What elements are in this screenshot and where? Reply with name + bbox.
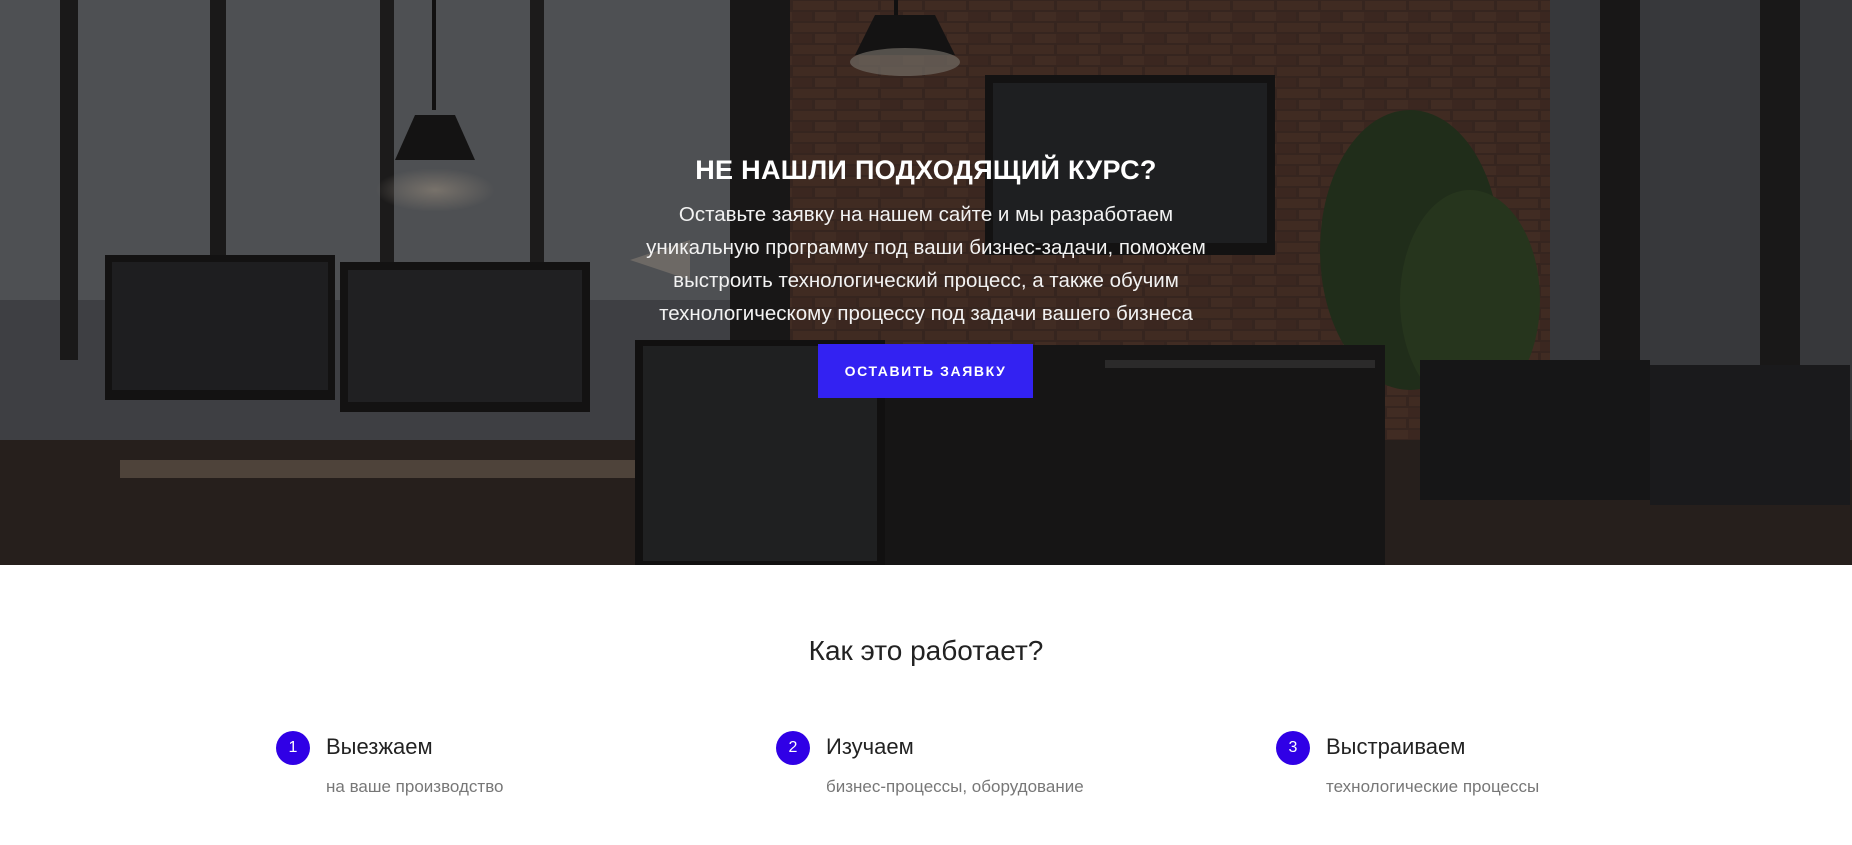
step-description: технологические процессы — [1326, 777, 1540, 796]
hero-section: НЕ НАШЛИ ПОДХОДЯЩИЙ КУРС? Оставьте заявк… — [0, 0, 1852, 565]
step-number-badge: 2 — [776, 731, 810, 765]
step-title: Изучаем — [826, 734, 914, 759]
step-description: на ваше производство — [326, 777, 504, 796]
step-description: бизнес-процессы, оборудование — [826, 777, 1084, 796]
how-it-works-section: Как это работает? 1 Выезжаем на ваше про… — [0, 565, 1852, 845]
step-title: Выезжаем — [326, 734, 433, 759]
hero-title: НЕ НАШЛИ ПОДХОДЯЩИЙ КУРС? — [695, 155, 1157, 185]
hero-content: НЕ НАШЛИ ПОДХОДЯЩИЙ КУРС? Оставьте заявк… — [576, 150, 1276, 330]
step-title: Выстраиваем — [1326, 734, 1466, 759]
step-number-badge: 1 — [276, 731, 310, 765]
step-number-badge: 3 — [1276, 731, 1310, 765]
hero-description: Оставьте заявку на нашем сайте и мы разр… — [646, 203, 1206, 325]
section-title: Как это работает? — [808, 635, 1044, 666]
leave-request-button[interactable]: ОСТАВИТЬ ЗАЯВКУ — [818, 344, 1033, 398]
